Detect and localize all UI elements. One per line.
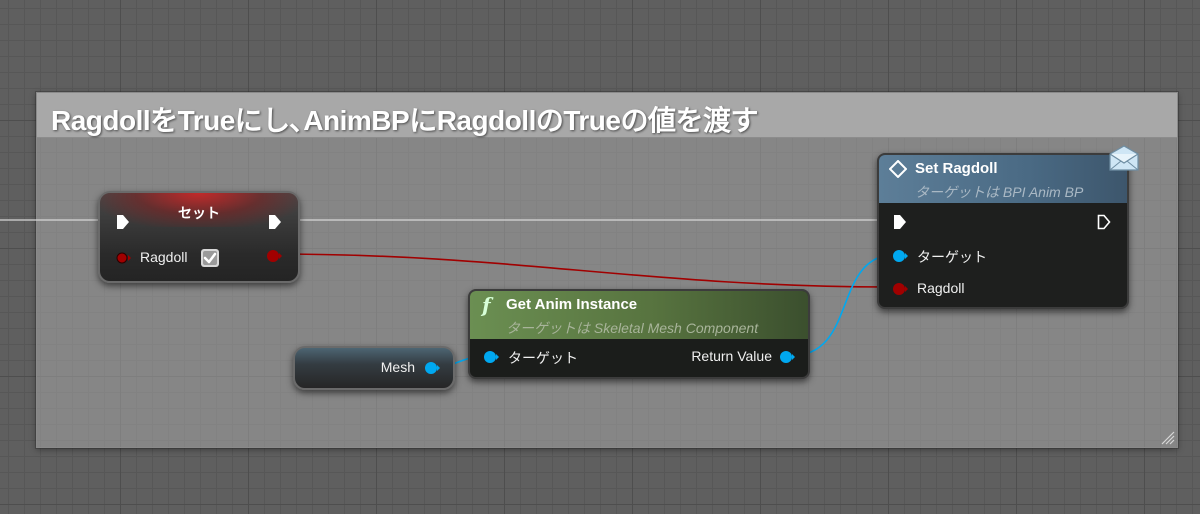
target-input-pin-icon[interactable] — [484, 350, 500, 364]
get-anim-instance-title: Get Anim Instance — [506, 296, 638, 313]
set-ragdoll-node[interactable]: Set Ragdoll ターゲットは BPI Anim BP ターゲット Rag… — [877, 153, 1129, 309]
mesh-label: Mesh — [380, 359, 415, 375]
set-ragdoll-target-label: ターゲット — [917, 249, 987, 265]
set-ragdoll-subtitle: ターゲットは BPI Anim BP — [915, 184, 1084, 200]
set-ragdoll-exec-out-pin-icon[interactable] — [1097, 214, 1111, 230]
set-ragdoll-target-pin-icon[interactable] — [893, 249, 909, 263]
ragdoll-input-pin-icon[interactable] — [116, 251, 132, 265]
interface-message-icon — [889, 160, 907, 178]
ragdoll-output-pin-icon[interactable] — [266, 248, 282, 264]
target-input-label: ターゲット — [508, 350, 578, 366]
ragdoll-pin-label: Ragdoll — [140, 249, 188, 265]
return-value-pin-icon[interactable] — [780, 350, 796, 364]
get-anim-instance-subtitle: ターゲットは Skeletal Mesh Component — [506, 320, 759, 336]
set-ragdoll-exec-in-pin-icon[interactable] — [893, 214, 907, 230]
set-ragdoll-bool-label: Ragdoll — [917, 280, 965, 296]
bool-wire — [271, 253, 899, 288]
exec-out-pin-icon[interactable] — [268, 214, 282, 230]
ragdoll-checkbox[interactable] — [200, 248, 220, 268]
set-ragdoll-bool-pin-icon[interactable] — [893, 282, 909, 296]
function-icon: f — [482, 293, 491, 317]
envelope-icon — [1109, 145, 1139, 171]
set-node-title: セット — [178, 205, 220, 221]
get-anim-instance-node[interactable]: f Get Anim Instance ターゲットは Skeletal Mesh… — [468, 289, 810, 379]
set-variable-node[interactable]: セット Ragdoll — [98, 191, 300, 283]
mesh-output-pin-icon[interactable] — [425, 361, 441, 375]
exec-in-pin-icon[interactable] — [116, 214, 130, 230]
mesh-variable-node[interactable]: Mesh — [293, 346, 455, 390]
set-ragdoll-title: Set Ragdoll — [915, 160, 998, 177]
return-value-label: Return Value — [691, 348, 772, 364]
